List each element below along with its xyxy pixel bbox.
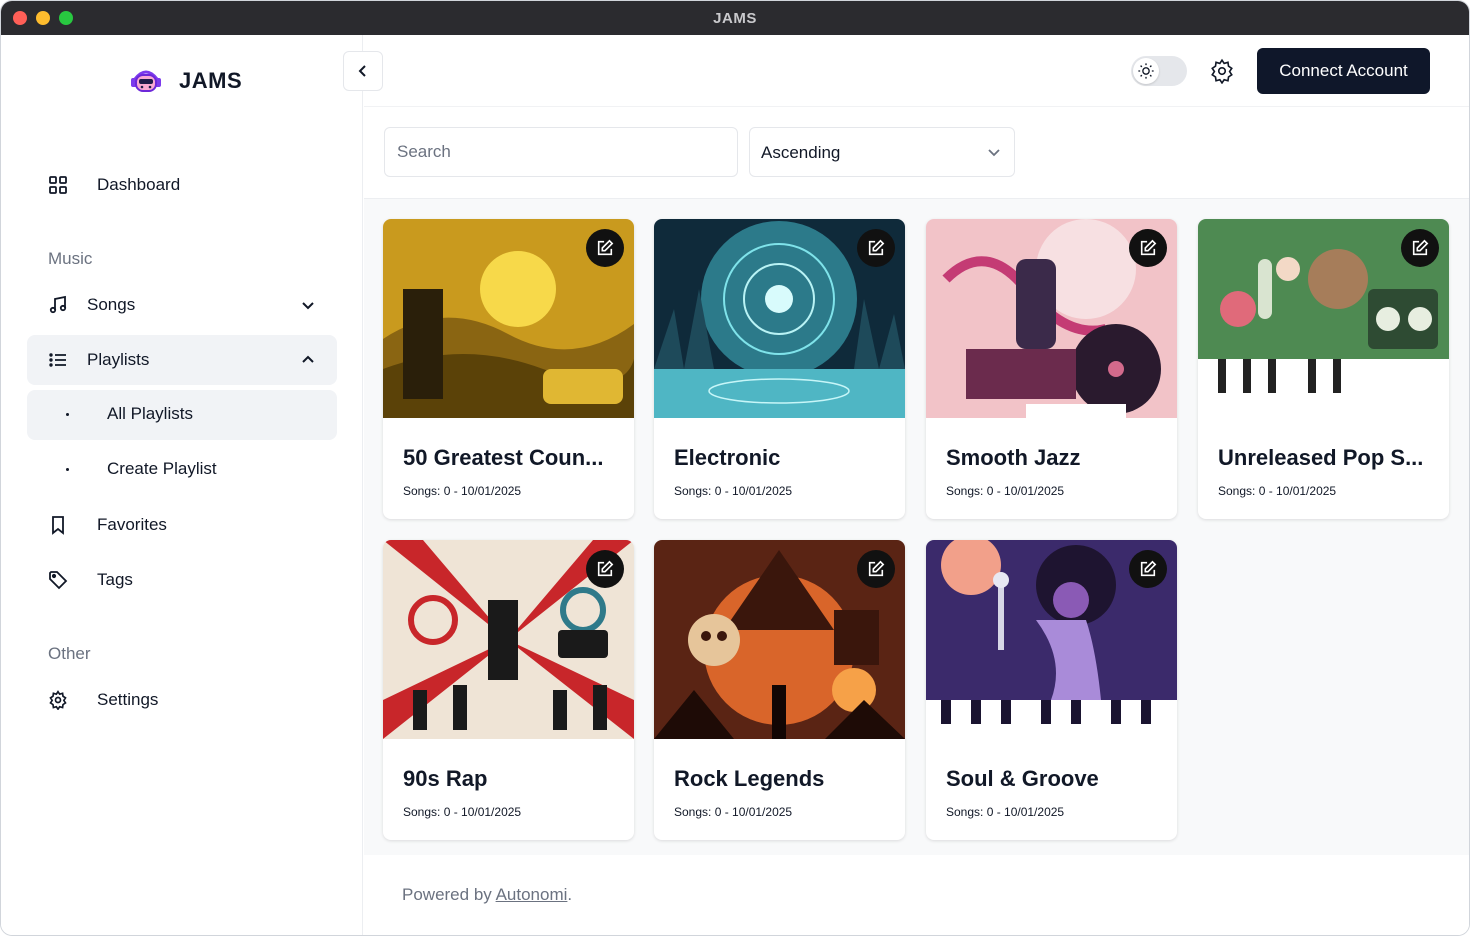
autonomi-link[interactable]: Autonomi <box>496 885 568 904</box>
sidebar-item-label: Playlists <box>87 350 150 369</box>
sidebar-item-label: Tags <box>97 570 133 589</box>
connect-account-button[interactable]: Connect Account <box>1257 48 1430 94</box>
sort-order-select[interactable]: Ascending <box>749 127 1015 177</box>
sidebar-item-label: All Playlists <box>107 404 193 423</box>
playlist-card[interactable]: Smooth Jazz Songs: 0 - 10/01/2025 <box>926 219 1177 519</box>
playlist-meta: Songs: 0 - 10/01/2025 <box>674 484 793 498</box>
edit-playlist-button[interactable] <box>586 550 624 588</box>
edit-playlist-button[interactable] <box>586 229 624 267</box>
tag-icon <box>47 569 69 591</box>
footer-text: Powered by Autonomi. <box>402 885 572 905</box>
search-input[interactable] <box>384 127 738 177</box>
playlist-title: Smooth Jazz <box>946 445 1081 470</box>
edit-playlist-button[interactable] <box>1129 550 1167 588</box>
sidebar-item-songs[interactable]: Songs <box>27 280 337 330</box>
playlist-title: 50 Greatest Coun... <box>403 445 604 470</box>
theme-toggle[interactable] <box>1131 56 1187 86</box>
gear-icon <box>1211 58 1233 84</box>
top-bar: Connect Account <box>343 35 1469 107</box>
collapse-sidebar-button[interactable] <box>343 51 383 91</box>
playlist-card[interactable]: 50 Greatest Coun... Songs: 0 - 10/01/202… <box>383 219 634 519</box>
playlist-meta: Songs: 0 - 10/01/2025 <box>1218 484 1337 498</box>
title-bar: JAMS <box>1 1 1469 35</box>
sidebar-item-settings[interactable]: Settings <box>27 675 337 725</box>
edit-icon <box>597 560 614 577</box>
chevron-left-icon <box>358 65 366 77</box>
chevron-down-icon <box>988 149 1000 157</box>
sidebar-item-label: Create Playlist <box>107 459 217 478</box>
window-controls <box>13 11 73 25</box>
playlist-meta: Songs: 0 - 10/01/2025 <box>946 805 1065 819</box>
sidebar-subitem-all-playlists[interactable]: All Playlists <box>27 390 337 440</box>
footer-suffix: . <box>567 885 573 904</box>
app-window: JAMS JAMS Dashboard Music Songs Playlist… <box>0 0 1470 936</box>
sidebar-item-tags[interactable]: Tags <box>27 555 337 605</box>
footer-prefix: Powered by <box>402 885 492 904</box>
edit-playlist-button[interactable] <box>857 229 895 267</box>
playlist-grid: 50 Greatest Coun... Songs: 0 - 10/01/202… <box>364 199 1469 855</box>
playlist-meta: Songs: 0 - 10/01/2025 <box>946 484 1065 498</box>
edit-icon <box>597 239 614 256</box>
playlist-title: Rock Legends <box>674 766 825 791</box>
jams-logo-icon <box>131 70 161 92</box>
sidebar-item-playlists[interactable]: Playlists <box>27 335 337 385</box>
sidebar-item-favorites[interactable]: Favorites <box>27 500 337 550</box>
grid-icon <box>47 174 69 196</box>
edit-icon <box>1140 560 1157 577</box>
sidebar-item-label: Favorites <box>97 515 167 534</box>
sidebar-subitem-create-playlist[interactable]: Create Playlist <box>27 445 337 495</box>
edit-playlist-button[interactable] <box>857 550 895 588</box>
playlist-meta: Songs: 0 - 10/01/2025 <box>674 805 793 819</box>
toggle-knob <box>1133 58 1159 84</box>
sidebar: JAMS Dashboard Music Songs Playlists All… <box>1 35 363 935</box>
bullet-icon <box>66 413 69 416</box>
sidebar-item-label: Dashboard <box>97 175 181 194</box>
chevron-down-icon <box>302 302 314 310</box>
playlist-card[interactable]: Unreleased Pop S... Songs: 0 - 10/01/202… <box>1198 219 1449 519</box>
playlist-meta: Songs: 0 - 10/01/2025 <box>403 805 522 819</box>
bullet-icon <box>66 468 69 471</box>
sidebar-item-label: Settings <box>97 690 159 709</box>
list-icon <box>47 349 69 371</box>
maximize-window-button[interactable] <box>59 11 73 25</box>
bookmark-icon <box>47 514 69 536</box>
sidebar-item-dashboard[interactable]: Dashboard <box>27 160 337 210</box>
playlist-card[interactable]: Electronic Songs: 0 - 10/01/2025 <box>654 219 905 519</box>
playlist-card[interactable]: Rock Legends Songs: 0 - 10/01/2025 <box>654 540 905 840</box>
edit-icon <box>1140 239 1157 256</box>
edit-icon <box>1412 239 1429 256</box>
section-label-music: Music <box>48 249 93 268</box>
filter-bar: Ascending <box>364 107 1469 199</box>
playlist-title: Soul & Groove <box>946 766 1099 791</box>
minimize-window-button[interactable] <box>36 11 50 25</box>
edit-icon <box>868 239 885 256</box>
settings-button[interactable] <box>1207 56 1237 86</box>
gear-icon <box>47 689 69 711</box>
brand[interactable]: JAMS <box>127 65 242 97</box>
window-title: JAMS <box>713 9 757 27</box>
edit-icon <box>868 560 885 577</box>
section-label-other: Other <box>48 644 91 663</box>
playlist-card[interactable]: 90s Rap Songs: 0 - 10/01/2025 <box>383 540 634 840</box>
brand-name: JAMS <box>179 68 243 93</box>
sun-icon <box>1138 63 1154 79</box>
footer: Powered by Autonomi. <box>364 855 1469 935</box>
edit-playlist-button[interactable] <box>1401 229 1439 267</box>
playlist-title: 90s Rap <box>403 766 488 791</box>
sort-order-value: Ascending <box>761 143 841 162</box>
playlist-title: Unreleased Pop S... <box>1218 445 1424 470</box>
playlist-title: Electronic <box>674 445 781 470</box>
main-area: Connect Account Ascending <box>343 35 1469 935</box>
chevron-up-icon <box>302 355 314 363</box>
playlist-card[interactable]: Soul & Groove Songs: 0 - 10/01/2025 <box>926 540 1177 840</box>
sidebar-item-label: Songs <box>87 295 136 314</box>
close-window-button[interactable] <box>13 11 27 25</box>
music-note-icon <box>47 294 69 316</box>
playlist-meta: Songs: 0 - 10/01/2025 <box>403 484 522 498</box>
edit-playlist-button[interactable] <box>1129 229 1167 267</box>
